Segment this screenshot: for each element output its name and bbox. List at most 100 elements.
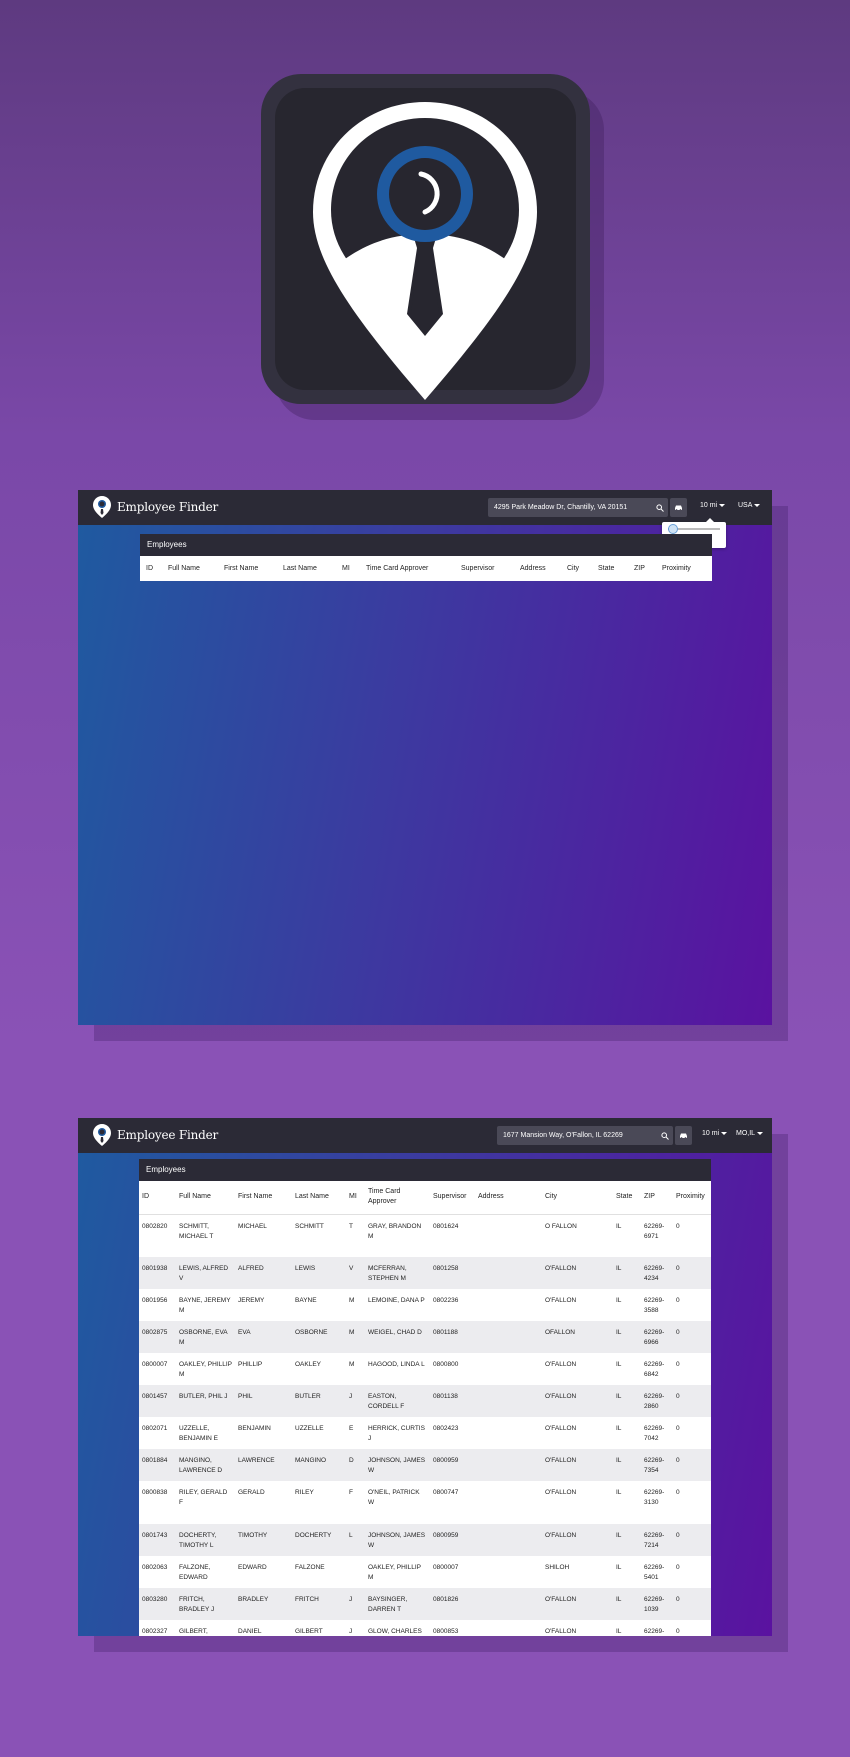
search-button[interactable] [656,1126,673,1145]
table-cell: F [349,1489,353,1496]
table-cell: 62269-2860 [644,1393,665,1410]
table-row[interactable]: 0803280 FRITCH, BRADLEY J BRADLEY FRITCH J BA… [139,1588,711,1620]
table-cell: LEWIS, ALFRED V [179,1265,229,1282]
column-header[interactable]: ZIP [641,1181,673,1214]
table-row[interactable]: 0802875 OSBORNE, EVA M EVA OSBORNE M WEIGEL, … [139,1321,711,1353]
column-header[interactable]: MI [346,1181,365,1214]
column-header[interactable]: Full Name [168,565,200,572]
table-row[interactable]: 0801884 MANGINO, LAWRENCE D LAWRENCE MANGIN… [139,1449,711,1481]
column-header[interactable]: State [598,565,614,572]
brand[interactable]: Employee Finder [92,1123,218,1147]
table-cell: MANGINO, LAWRENCE D [179,1457,223,1474]
table-cell: JEREMY [238,1297,265,1304]
table-cell [475,1620,542,1636]
column-header[interactable]: Last Name [283,565,317,572]
table-cell: SHILOH [545,1564,570,1571]
column-header[interactable]: City [542,1181,613,1214]
table-cell: 0800838 [142,1489,168,1496]
region-dropdown[interactable]: MO,IL [736,1130,764,1137]
table-row[interactable]: 0801956 BAYNE, JEREMY M JEREMY BAYNE M LEMOIN… [139,1289,711,1321]
table-cell: IL [616,1596,622,1603]
table-cell: EASTON, CORDELL F [368,1393,405,1410]
table-cell: RILEY, GERALD F [179,1489,228,1506]
column-header[interactable]: Full Name [176,1181,235,1214]
table-cell: ALFRED [238,1265,264,1272]
column-header[interactable]: Supervisor [430,1181,475,1214]
screen-empty-results: Employee Finder 4295 Park Meadow Dr, Cha… [78,490,772,1025]
table-cell [475,1353,542,1385]
table-cell: 0 [676,1564,680,1571]
address-search-input[interactable]: 4295 Park Meadow Dr, Chantilly, VA 20151 [488,498,666,517]
column-header[interactable]: City [567,565,579,572]
column-header[interactable]: First Name [235,1181,292,1214]
column-header[interactable]: Address [475,1181,542,1214]
table-cell: 0800007 [433,1564,459,1571]
table-cell: GILBERT [295,1628,323,1635]
table-cell: M [349,1361,355,1368]
table-cell [475,1524,542,1556]
table-cell: JOHNSON, JAMES W [368,1532,426,1549]
navbar: Employee Finder 4295 Park Meadow Dr, Cha… [78,490,772,525]
table-cell: 0801457 [142,1393,168,1400]
region-label: USA [738,502,753,509]
table-cell: 0800959 [433,1457,459,1464]
column-header[interactable]: First Name [224,565,258,572]
column-header[interactable]: ZIP [634,565,645,572]
column-header[interactable]: State [613,1181,641,1214]
region-label: MO,IL [736,1130,756,1137]
table-cell: LEMOINE, DANA P [368,1297,425,1304]
column-header[interactable]: ID [146,565,153,572]
table-cell: 0802820 [142,1222,168,1230]
employees-table: ID Full Name First Name Last Name MI Tim… [139,1181,711,1636]
table-cell: 62269-1039 [644,1596,665,1613]
table-cell: O'FALLON [545,1361,577,1368]
table-cell: 0802063 [142,1564,168,1571]
drive-mode-button[interactable] [675,1126,692,1145]
table-row[interactable]: 0802820 SCHMITT, MICHAEL T MICHAEL SCHMITT T… [139,1214,711,1257]
table-cell: 62269-3130 [644,1489,665,1506]
table-cell: 62269- [644,1628,665,1635]
table-row[interactable]: 0800007 OAKLEY, PHILLIP M PHILLIP OAKLEY M HA… [139,1353,711,1385]
address-search-input[interactable]: 1677 Mansion Way, O'Fallon, IL 62269 [497,1126,672,1145]
table-cell: LEWIS [295,1265,316,1272]
table-cell: 62269-7042 [644,1425,665,1442]
search-button[interactable] [651,498,668,517]
table-cell: FALZONE, EDWARD [179,1564,211,1581]
radius-slider-handle[interactable] [668,524,679,534]
table-row[interactable]: 0800838 RILEY, GERALD F GERALD RILEY F O'NEIL… [139,1481,711,1524]
column-header[interactable]: Supervisor [461,565,494,572]
radius-dropdown[interactable]: 10 mi [702,1130,728,1137]
table-row[interactable]: 0802063 FALZONE, EDWARD EDWARD FALZONE OAKLE… [139,1556,711,1588]
table-cell: 0801258 [433,1265,459,1272]
table-cell: PHILLIP [238,1361,263,1368]
drive-mode-button[interactable] [670,498,687,517]
table-cell: 0802071 [142,1425,168,1432]
table-row[interactable]: 0802327 GILBERT, DANIEL J DANIEL GILBERT J GL… [139,1620,711,1636]
radius-slider[interactable] [668,524,720,534]
column-header[interactable]: ID [139,1181,176,1214]
column-header[interactable]: Time Card Approver [366,565,428,572]
column-header[interactable]: Time Card Approver [365,1181,430,1214]
table-cell: O'FALLON [545,1532,577,1539]
table-cell: BAYNE [295,1297,317,1304]
table-row[interactable]: 0801938 LEWIS, ALFRED V ALFRED LEWIS V MCFERR… [139,1257,711,1289]
table-cell: OFALLON [545,1329,575,1336]
table-cell: J [349,1393,353,1400]
column-header[interactable]: Address [520,565,546,572]
column-header[interactable]: Last Name [292,1181,346,1214]
table-cell: BAYSINGER, DARREN T [368,1596,408,1613]
table-cell: IL [616,1628,622,1635]
table-row[interactable]: 0801457 BUTLER, PHIL J PHIL BUTLER J EASTON, … [139,1385,711,1417]
table-cell: 0 [676,1393,680,1400]
column-header[interactable]: MI [342,565,350,572]
table-cell: SCHMITT [295,1222,324,1230]
table-cell: HAGOOD, LINDA L [368,1361,425,1368]
table-row[interactable]: 0801743 DOCHERTY, TIMOTHY L TIMOTHY DOCHERT… [139,1524,711,1556]
region-dropdown[interactable]: USA [738,502,761,509]
brand[interactable]: Employee Finder [92,495,218,519]
column-header[interactable]: Proximity [662,565,691,572]
column-header[interactable]: Proximity [673,1181,711,1214]
table-row[interactable]: 0802071 UZZELLE, BENJAMIN E BENJAMIN UZZELL… [139,1417,711,1449]
radius-dropdown[interactable]: 10 mi [700,502,726,509]
table-cell: 62269-4234 [644,1265,665,1282]
